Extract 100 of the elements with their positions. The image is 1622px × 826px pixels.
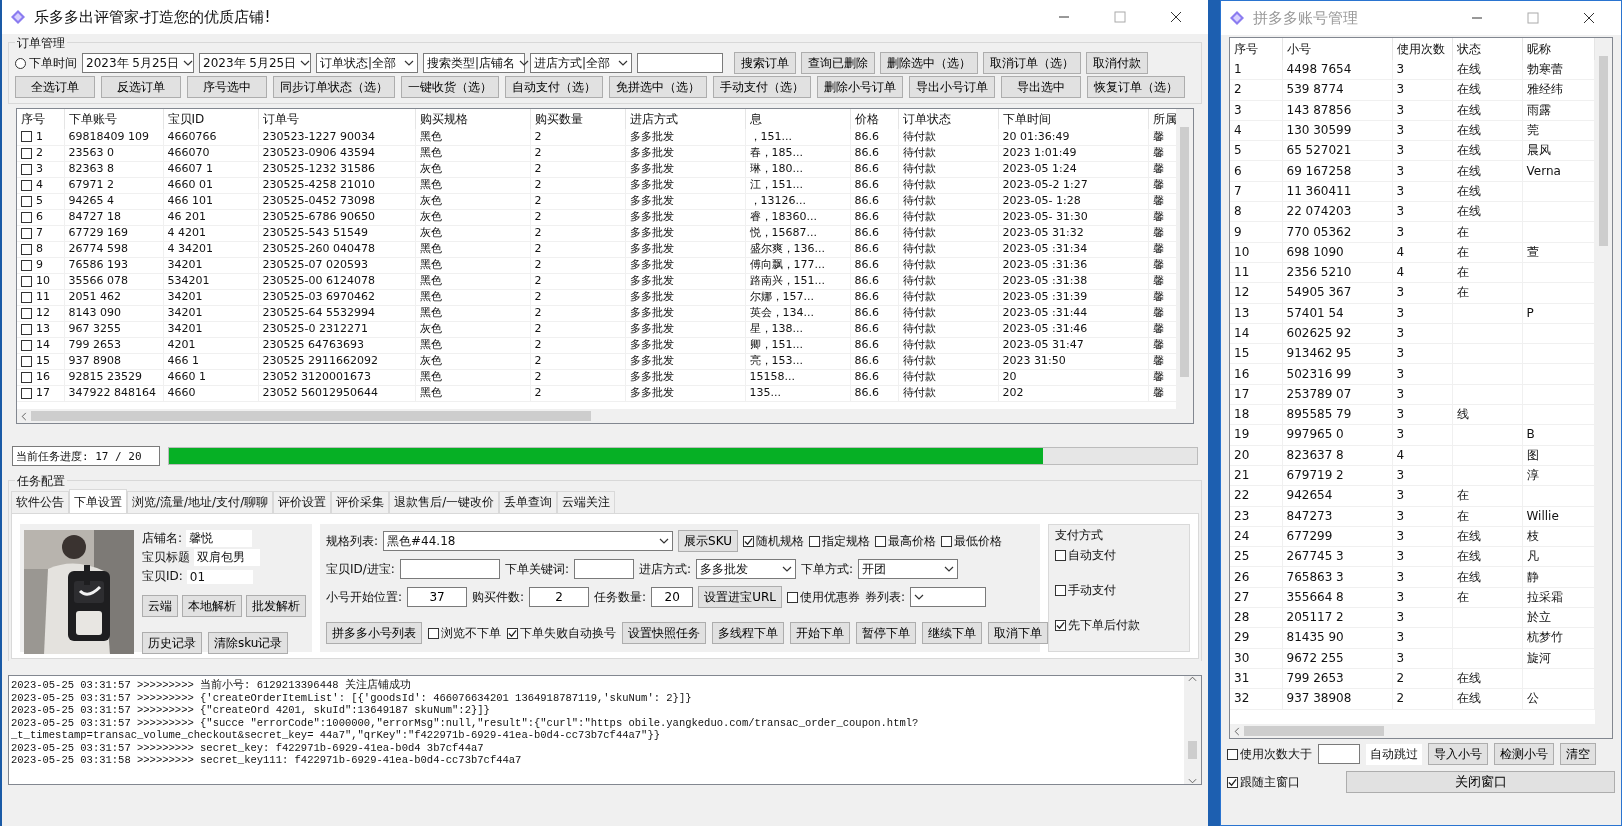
column-header[interactable]: 小号 <box>1282 38 1392 60</box>
row-checkbox[interactable] <box>21 355 32 367</box>
payment-checkbox[interactable]: 先下单后付款 <box>1055 617 1140 634</box>
account-list-button[interactable]: 拼多多小号列表 <box>326 622 422 644</box>
spec-checkbox[interactable]: 随机规格 <box>743 532 804 550</box>
tab[interactable]: 软件公告 <box>11 491 69 513</box>
spec-checkbox[interactable]: 最低价格 <box>941 532 1002 550</box>
toolbar-button[interactable]: 自动支付（选） <box>505 76 603 98</box>
toolbar-button[interactable]: 查询已删除 <box>801 52 875 74</box>
close-window-button[interactable]: 关闭窗口 <box>1346 771 1615 793</box>
filter-dropdown[interactable]: 进店方式|全部 <box>530 53 632 73</box>
action-button[interactable]: 设置快照任务 <box>622 622 706 644</box>
row-checkbox[interactable] <box>21 227 32 239</box>
history-button[interactable]: 清除sku记录 <box>208 632 289 654</box>
item-id-field[interactable] <box>399 559 500 579</box>
keyword-field[interactable] <box>573 559 634 579</box>
column-header[interactable]: 使用次数 <box>1392 38 1452 60</box>
row-checkbox[interactable] <box>21 243 32 255</box>
checkbox[interactable] <box>743 535 754 547</box>
tab[interactable]: 浏览/流量/地址/支付/聊聊 <box>127 491 274 513</box>
column-header[interactable]: 序号 <box>17 109 64 129</box>
checkbox[interactable] <box>875 535 886 547</box>
toolbar-button[interactable]: 反选订单 <box>101 76 181 98</box>
checkbox[interactable] <box>1055 620 1066 631</box>
column-header[interactable]: 息 <box>745 109 850 129</box>
tab[interactable]: 评价采集 <box>331 491 390 513</box>
row-checkbox[interactable] <box>21 291 32 303</box>
coupon-checkbox[interactable]: 使用优惠券 <box>786 588 860 606</box>
toolbar-button[interactable]: 全选订单 <box>15 76 95 98</box>
row-checkbox[interactable] <box>21 387 32 399</box>
row-checkbox[interactable] <box>21 147 32 159</box>
spec-dropdown[interactable]: 黑色#44.18 <box>383 531 674 551</box>
row-checkbox[interactable] <box>21 163 32 175</box>
coupon-dropdown[interactable] <box>910 587 986 607</box>
toolbar-button[interactable]: 一键收货（选） <box>401 76 499 98</box>
tab[interactable]: 退款售后/一键改价 <box>389 491 500 513</box>
column-header[interactable]: 购买数量 <box>530 109 625 129</box>
show-sku-button[interactable]: 展示SKU <box>678 530 738 552</box>
toolbar-button[interactable]: 恢复订单（选） <box>1087 76 1185 98</box>
tab[interactable]: 下单设置 <box>69 489 127 513</box>
payment-checkbox[interactable]: 手动支付 <box>1055 582 1116 599</box>
toolbar-button[interactable]: 删除选中（选） <box>880 52 978 74</box>
follow-window-checkbox[interactable]: 跟随主窗口 <box>1227 773 1300 791</box>
vertical-scrollbar[interactable] <box>1184 676 1201 784</box>
close-icon[interactable] <box>1170 11 1182 23</box>
row-checkbox[interactable] <box>21 275 32 287</box>
column-header[interactable]: 下单账号 <box>64 109 163 129</box>
checkbox[interactable] <box>1227 748 1238 760</box>
date-filter-radio[interactable]: 下单时间 <box>15 54 77 72</box>
set-url-button[interactable]: 设置进宝URL <box>698 586 782 608</box>
date-picker[interactable]: 2023年 5月25日 <box>199 53 311 73</box>
spec-checkbox[interactable]: 最高价格 <box>875 532 936 550</box>
tab[interactable]: 评价设置 <box>273 491 332 513</box>
checkbox[interactable] <box>941 535 952 547</box>
column-header[interactable]: 状态 <box>1452 38 1522 60</box>
column-header[interactable]: 序号 <box>1230 38 1282 60</box>
column-header[interactable]: 订单号 <box>258 109 415 129</box>
row-checkbox[interactable] <box>21 323 32 335</box>
checkbox[interactable] <box>428 627 439 639</box>
tab[interactable]: 云端关注 <box>557 491 616 513</box>
spec-checkbox[interactable]: 指定规格 <box>809 532 870 550</box>
action-button[interactable]: 多线程下单 <box>712 622 784 644</box>
toolbar-button[interactable]: 取消付款 <box>1086 52 1148 74</box>
toolbar-button[interactable]: 同步订单状态（选） <box>273 76 395 98</box>
account-button[interactable]: 导入小号 <box>1428 743 1488 765</box>
column-header[interactable]: 进店方式 <box>625 109 745 129</box>
scroll-down-icon[interactable] <box>1188 778 1197 784</box>
scroll-up-icon[interactable] <box>1188 676 1197 682</box>
browse-only-checkbox[interactable]: 浏览不下单 <box>428 624 501 642</box>
account-button[interactable]: 检测小号 <box>1494 743 1554 765</box>
checkbox[interactable] <box>1055 585 1066 596</box>
parse-button[interactable]: 批发解析 <box>246 595 306 617</box>
column-header[interactable]: 下单时间 <box>998 109 1148 129</box>
scroll-thumb[interactable] <box>1188 741 1197 759</box>
scroll-left-icon[interactable] <box>1234 726 1240 736</box>
toolbar-button[interactable]: 搜索订单 <box>734 52 796 74</box>
close-icon[interactable] <box>1583 12 1595 24</box>
account-button[interactable]: 清空 <box>1560 743 1596 765</box>
row-checkbox[interactable] <box>21 259 32 271</box>
checkbox[interactable] <box>1227 776 1238 788</box>
radio-button[interactable] <box>15 57 26 69</box>
toolbar-button[interactable]: 导出选中 <box>1001 76 1081 98</box>
row-checkbox[interactable] <box>21 211 32 223</box>
checkbox[interactable] <box>507 627 518 639</box>
horizontal-scrollbar[interactable] <box>17 409 1176 423</box>
row-checkbox[interactable] <box>21 131 32 143</box>
toolbar-button[interactable]: 取消订单（选） <box>983 52 1081 74</box>
quantity-field[interactable]: 2 <box>529 587 590 607</box>
checkbox[interactable] <box>1055 550 1066 561</box>
search-field[interactable] <box>637 53 723 73</box>
row-checkbox[interactable] <box>21 179 32 191</box>
action-button[interactable]: 暂停下单 <box>856 622 916 644</box>
action-button[interactable]: 继续下单 <box>922 622 982 644</box>
parse-button[interactable]: 云端 <box>142 595 178 617</box>
toolbar-button[interactable]: 免拼选中（选） <box>609 76 707 98</box>
parse-button[interactable]: 本地解析 <box>182 595 242 617</box>
vertical-scrollbar[interactable] <box>1176 109 1193 423</box>
row-checkbox[interactable] <box>21 371 32 383</box>
toolbar-button[interactable]: 手动支付（选） <box>713 76 811 98</box>
row-checkbox[interactable] <box>21 339 32 351</box>
